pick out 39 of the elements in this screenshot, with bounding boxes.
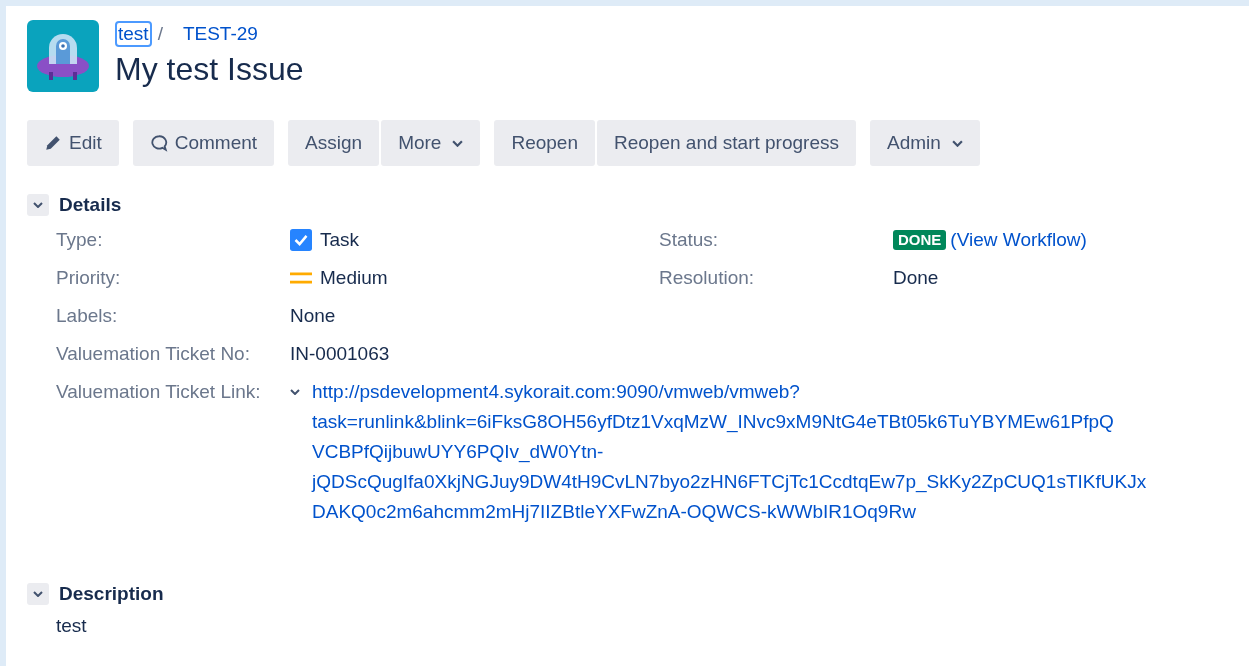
issue-title: My test Issue: [115, 51, 304, 88]
toolbar-button[interactable]: More: [381, 120, 481, 166]
breadcrumb-separator: /: [157, 23, 163, 45]
toolbar-button[interactable]: Reopen: [494, 120, 595, 166]
field-label: Valuemation Ticket Link:: [56, 380, 262, 404]
field-label: Priority:: [56, 266, 122, 290]
toolbar-button[interactable]: Comment: [132, 120, 275, 166]
section-toggle[interactable]: [27, 194, 49, 216]
field-value: None: [290, 304, 336, 328]
chevron-icon[interactable]: [290, 389, 300, 395]
project-link[interactable]: test: [115, 21, 152, 47]
field-value: Medium: [320, 266, 388, 290]
view-workflow-link[interactable]: (View Workflow): [950, 226, 1087, 254]
toolbar-button[interactable]: Assign: [288, 120, 380, 166]
section-title: Description: [59, 583, 164, 605]
chevron-icon: [33, 202, 43, 208]
field-label: Type:: [56, 228, 104, 252]
status-lozenge: DONE: [893, 230, 947, 250]
field-value: Task: [320, 228, 360, 252]
field-label: Status:: [659, 228, 720, 252]
field-value: IN-0001063: [290, 342, 390, 366]
field-label: Labels:: [56, 304, 119, 328]
issue-key-link[interactable]: TEST-29: [182, 23, 258, 45]
pencil-icon: [44, 134, 62, 152]
description-text: test: [56, 615, 88, 637]
toolbar-button[interactable]: Admin: [869, 120, 980, 166]
field-value: Done: [893, 266, 939, 290]
field-label: Resolution:: [659, 266, 756, 290]
section-title: Details: [59, 194, 122, 216]
ticket-link[interactable]: http://psdevelopment4.sykorait.com:9090/vmweb/vmweb? task=runlink&blink=6iFksG8OH56yfDtz1VxqMzW_INvc9xM9NtG4eTBt05k6TuYBYMEw61PfpQ VCBPfQijbuwUYY6PQIv_dW0Ytn- jQDScQugIfa0XkjNGJuy9DW4tH9CvLN7byo2zHN6FTCjTc1CcdtqEw7p_SkKy2ZpCUQ1sTIKfUKJx DAKQ0c2m6ahcmm2mHj7IIZBtleYXFwZnA-OQWCS-kWWbIR1Oq9Rw: [312, 377, 1147, 527]
speech-bubble-icon: [149, 134, 168, 152]
section-toggle[interactable]: [27, 583, 49, 605]
chevron-icon: [33, 591, 43, 597]
project-avatar-icon: [27, 20, 99, 92]
field-label: Valuemation Ticket No:: [56, 342, 251, 366]
toolbar-button[interactable]: Reopen and start progress: [597, 120, 856, 166]
toolbar-button[interactable]: Edit: [27, 120, 119, 166]
priority-icon: [290, 271, 312, 285]
checkbox-task-icon: [290, 229, 312, 251]
